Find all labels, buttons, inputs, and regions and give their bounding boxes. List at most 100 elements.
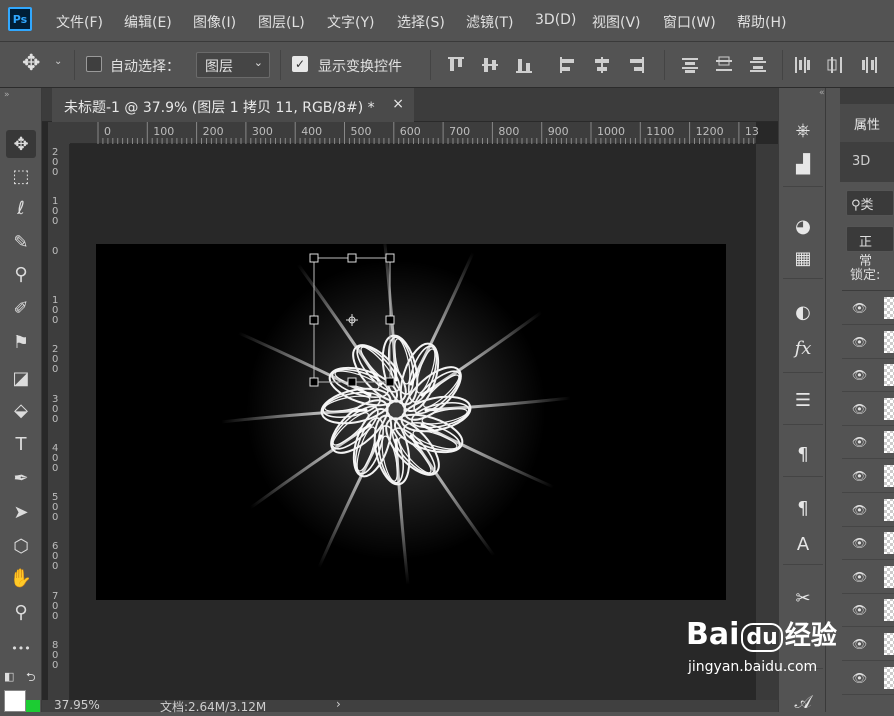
more-tools-icon[interactable]: ••• bbox=[6, 634, 36, 662]
eraser-tool-icon[interactable]: ◪ bbox=[6, 364, 36, 392]
visibility-eye-icon[interactable]: 👁 bbox=[852, 301, 872, 315]
distribute-hcenter-icon[interactable] bbox=[826, 55, 846, 75]
document-tab-title: 未标题-1 @ 37.9% (图层 1 拷贝 11, RGB/8#) * bbox=[64, 100, 375, 116]
visibility-eye-icon[interactable]: 👁 bbox=[852, 637, 872, 651]
visibility-eye-icon[interactable]: 👁 bbox=[852, 469, 872, 483]
close-icon[interactable]: × bbox=[392, 96, 404, 112]
align-hcenter-icon[interactable] bbox=[592, 55, 612, 75]
distribute-bottom-icon[interactable] bbox=[748, 55, 768, 75]
ruler-corner[interactable] bbox=[48, 122, 70, 144]
pen-tool-icon[interactable]: ✒ bbox=[6, 464, 36, 492]
align-bottom-icon[interactable] bbox=[514, 55, 534, 75]
background-color-swatch[interactable] bbox=[26, 700, 40, 712]
visibility-eye-icon[interactable]: 👁 bbox=[852, 402, 872, 416]
align-left-icon[interactable] bbox=[558, 55, 578, 75]
brush-tool-icon[interactable]: ✐ bbox=[6, 294, 36, 322]
vertical-ruler[interactable]: 200 100 0 100 200 300 400 500 600 700 800 bbox=[48, 144, 70, 700]
document-tab[interactable]: 未标题-1 @ 37.9% (图层 1 拷贝 11, RGB/8#) * × bbox=[52, 88, 414, 122]
menu-image[interactable]: 图像(I) bbox=[193, 12, 236, 32]
visibility-eye-icon[interactable]: 👁 bbox=[852, 368, 872, 382]
ruler-h-label: 600 bbox=[399, 125, 421, 138]
menu-edit[interactable]: 编辑(E) bbox=[124, 12, 172, 32]
collapse-icon[interactable]: » bbox=[4, 90, 10, 100]
distribute-vcenter-icon[interactable] bbox=[714, 55, 734, 75]
swap-colors-icon[interactable]: ⮌ bbox=[26, 668, 36, 689]
tab-3d[interactable]: 3D bbox=[852, 154, 870, 169]
visibility-eye-icon[interactable]: 👁 bbox=[852, 570, 872, 584]
auto-select-checkbox[interactable] bbox=[86, 56, 102, 72]
distribute-right-icon[interactable] bbox=[860, 55, 880, 75]
histogram-icon[interactable]: ▟ bbox=[787, 150, 819, 178]
visibility-eye-icon[interactable]: 👁 bbox=[852, 503, 872, 517]
styles-icon[interactable]: fx bbox=[787, 334, 819, 362]
ruler-v-label: 0 bbox=[52, 245, 59, 257]
align-vcenter-icon[interactable] bbox=[480, 55, 500, 75]
paragraph-styles-icon[interactable]: ¶ bbox=[787, 494, 819, 522]
hand-tool-icon[interactable]: ✋ bbox=[6, 564, 36, 592]
chevron-down-icon[interactable]: ⌄ bbox=[54, 56, 62, 67]
visibility-eye-icon[interactable]: 👁 bbox=[852, 435, 872, 449]
vertical-scrollbar[interactable] bbox=[756, 144, 778, 700]
menu-type[interactable]: 文字(Y) bbox=[327, 12, 374, 32]
distribute-top-icon[interactable] bbox=[680, 55, 700, 75]
visibility-eye-icon[interactable]: 👁 bbox=[852, 603, 872, 617]
canvas[interactable] bbox=[96, 244, 726, 600]
lasso-tool-icon[interactable]: ℓ bbox=[6, 194, 36, 222]
visibility-eye-icon[interactable]: 👁 bbox=[852, 536, 872, 550]
type-tool-icon[interactable]: T bbox=[6, 430, 36, 458]
watermark-cn: 经验 bbox=[784, 621, 837, 651]
menu-view[interactable]: 视图(V) bbox=[592, 12, 641, 32]
tool-presets-icon[interactable]: ✂ bbox=[787, 584, 819, 612]
auto-select-label: 自动选择： bbox=[110, 59, 180, 75]
quick-select-tool-icon[interactable]: ✎ bbox=[6, 228, 36, 256]
layer-comps-icon[interactable]: ☰ bbox=[787, 386, 819, 414]
swatches-icon[interactable]: ▦ bbox=[787, 244, 819, 272]
eyedropper-tool-icon[interactable]: ⚲ bbox=[6, 260, 36, 288]
layer-thumbnail bbox=[884, 397, 894, 420]
layer-filter-search[interactable]: ⚲类 bbox=[846, 190, 894, 216]
show-transform-checkbox[interactable]: ✓ bbox=[292, 56, 308, 72]
tab-properties[interactable]: 属性 bbox=[840, 104, 894, 142]
navigator-icon[interactable]: ⎈ bbox=[787, 116, 819, 144]
zoom-level[interactable]: 37.95% bbox=[54, 698, 100, 712]
menu-3d[interactable]: 3D(D) bbox=[535, 12, 576, 28]
transform-bounding-box[interactable] bbox=[300, 250, 400, 390]
layer-thumbnail bbox=[884, 498, 894, 521]
marquee-tool-icon[interactable]: ⬚ bbox=[6, 162, 36, 190]
path-select-tool-icon[interactable]: ➤ bbox=[6, 498, 36, 526]
align-top-icon[interactable] bbox=[446, 55, 466, 75]
menu-help[interactable]: 帮助(H) bbox=[737, 12, 786, 32]
adjustments-icon[interactable]: ◐ bbox=[787, 298, 819, 326]
visibility-eye-icon[interactable]: 👁 bbox=[852, 335, 872, 349]
menu-layer[interactable]: 图层(L) bbox=[258, 12, 305, 32]
visibility-eye-icon[interactable]: 👁 bbox=[852, 671, 872, 685]
stamp-tool-icon[interactable]: ⚑ bbox=[6, 328, 36, 356]
layer-thumbnail bbox=[884, 599, 894, 622]
horizontal-ruler[interactable]: 0 100 200 300 400 500 600 700 800 900 1000 1100 1200… bbox=[70, 122, 759, 144]
foreground-color-swatch[interactable] bbox=[4, 690, 26, 712]
menu-select[interactable]: 选择(S) bbox=[397, 12, 445, 32]
auto-select-target-select[interactable]: 图层 ⌄ bbox=[196, 52, 270, 78]
paint-bucket-tool-icon[interactable]: ⬙ bbox=[6, 396, 36, 424]
paragraph-icon[interactable]: ¶ bbox=[787, 440, 819, 468]
ruler-h-label: 400 bbox=[301, 125, 323, 138]
color-icon[interactable]: ◕ bbox=[787, 212, 819, 240]
zoom-tool-icon[interactable]: ⚲ bbox=[6, 598, 36, 626]
ruler-v-label: 500 bbox=[52, 492, 59, 524]
blend-mode-select[interactable]: 正常 bbox=[846, 226, 894, 269]
ruler-v-label: 700 bbox=[52, 590, 59, 622]
move-tool-icon[interactable]: ✥ bbox=[6, 130, 36, 158]
character-styles-icon[interactable]: A bbox=[787, 530, 819, 558]
menu-file[interactable]: 文件(F) bbox=[56, 12, 103, 32]
menu-window[interactable]: 窗口(W) bbox=[663, 12, 716, 32]
ruler-v-label: 200 bbox=[52, 344, 59, 376]
shape-tool-icon[interactable]: ⬡ bbox=[6, 532, 36, 560]
collapse-icon[interactable]: « bbox=[819, 88, 825, 98]
distribute-left-icon[interactable] bbox=[792, 55, 812, 75]
align-right-icon[interactable] bbox=[626, 55, 646, 75]
chevron-down-icon: ⌄ bbox=[253, 56, 263, 69]
menu-filter[interactable]: 滤镜(T) bbox=[466, 12, 513, 32]
default-colors-icon[interactable]: ◧ bbox=[4, 670, 14, 683]
chevron-right-icon[interactable]: › bbox=[336, 697, 341, 711]
move-tool-icon[interactable]: ✥ bbox=[22, 51, 40, 76]
